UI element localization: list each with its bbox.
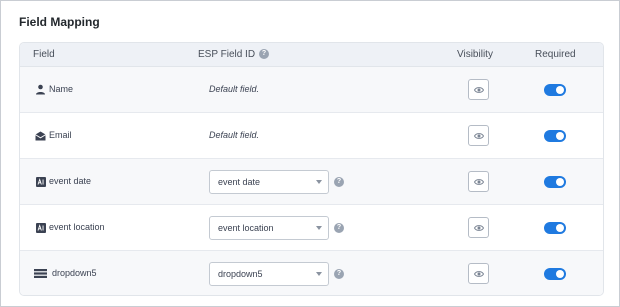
toggle-knob (556, 178, 564, 186)
select-value: event date (218, 177, 261, 187)
text-field-icon (35, 176, 46, 187)
visibility-toggle-button[interactable] (468, 79, 489, 100)
select-value: dropdown5 (218, 269, 263, 279)
eye-icon (473, 265, 484, 283)
default-field-text: Default field. (209, 130, 260, 140)
select-value: event location (218, 223, 274, 233)
esp-field-select[interactable]: event location (209, 216, 329, 240)
toggle-knob (556, 224, 564, 232)
chevron-down-icon (316, 180, 322, 184)
toggle-knob (556, 270, 564, 278)
table-row: event date event date ? (20, 159, 603, 205)
help-icon[interactable]: ? (334, 177, 344, 187)
column-header-field: Field (33, 49, 55, 60)
default-field-text: Default field. (209, 84, 260, 94)
table-row: event location event location ? (20, 205, 603, 251)
column-header-required: Required (535, 49, 576, 60)
text-field-icon (35, 222, 46, 233)
help-icon[interactable]: ? (259, 49, 270, 60)
table-row: dropdown5 dropdown5 ? (20, 251, 603, 295)
table-row: Email Default field. (20, 113, 603, 159)
required-toggle[interactable] (544, 130, 566, 142)
toggle-knob (556, 86, 564, 94)
esp-field-select[interactable]: dropdown5 (209, 262, 329, 286)
field-label: Email (49, 130, 72, 140)
eye-icon (473, 81, 484, 99)
field-label: dropdown5 (52, 268, 97, 278)
chevron-down-icon (316, 272, 322, 276)
envelope-icon (35, 130, 46, 141)
field-mapping-table: Field ESP Field ID? Visibility Required … (19, 42, 604, 296)
column-header-visibility: Visibility (457, 49, 493, 60)
help-icon[interactable]: ? (334, 269, 344, 279)
required-toggle[interactable] (544, 268, 566, 280)
eye-icon (473, 219, 484, 237)
eye-icon (473, 127, 484, 145)
required-toggle[interactable] (544, 176, 566, 188)
field-label: Name (49, 84, 74, 94)
help-icon[interactable]: ? (334, 223, 344, 233)
field-mapping-panel: Field Mapping Field ESP Field ID? Visibi… (0, 0, 620, 307)
section-title: Field Mapping (19, 15, 100, 29)
column-header-esp-label: ESP Field ID (198, 49, 256, 60)
visibility-toggle-button[interactable] (468, 125, 489, 146)
visibility-toggle-button[interactable] (468, 263, 489, 284)
table-header: Field ESP Field ID? Visibility Required (20, 43, 603, 67)
eye-icon (473, 173, 484, 191)
esp-field-select[interactable]: event date (209, 170, 329, 194)
dropdown-field-icon (34, 268, 47, 279)
visibility-toggle-button[interactable] (468, 171, 489, 192)
field-label: event date (49, 176, 92, 186)
required-toggle[interactable] (544, 84, 566, 96)
column-header-esp-field-id: ESP Field ID? (198, 43, 270, 67)
person-icon (35, 84, 46, 95)
visibility-toggle-button[interactable] (468, 217, 489, 238)
chevron-down-icon (316, 226, 322, 230)
field-label: event location (49, 222, 105, 232)
toggle-knob (556, 132, 564, 140)
table-row: Name Default field. (20, 67, 603, 113)
required-toggle[interactable] (544, 222, 566, 234)
